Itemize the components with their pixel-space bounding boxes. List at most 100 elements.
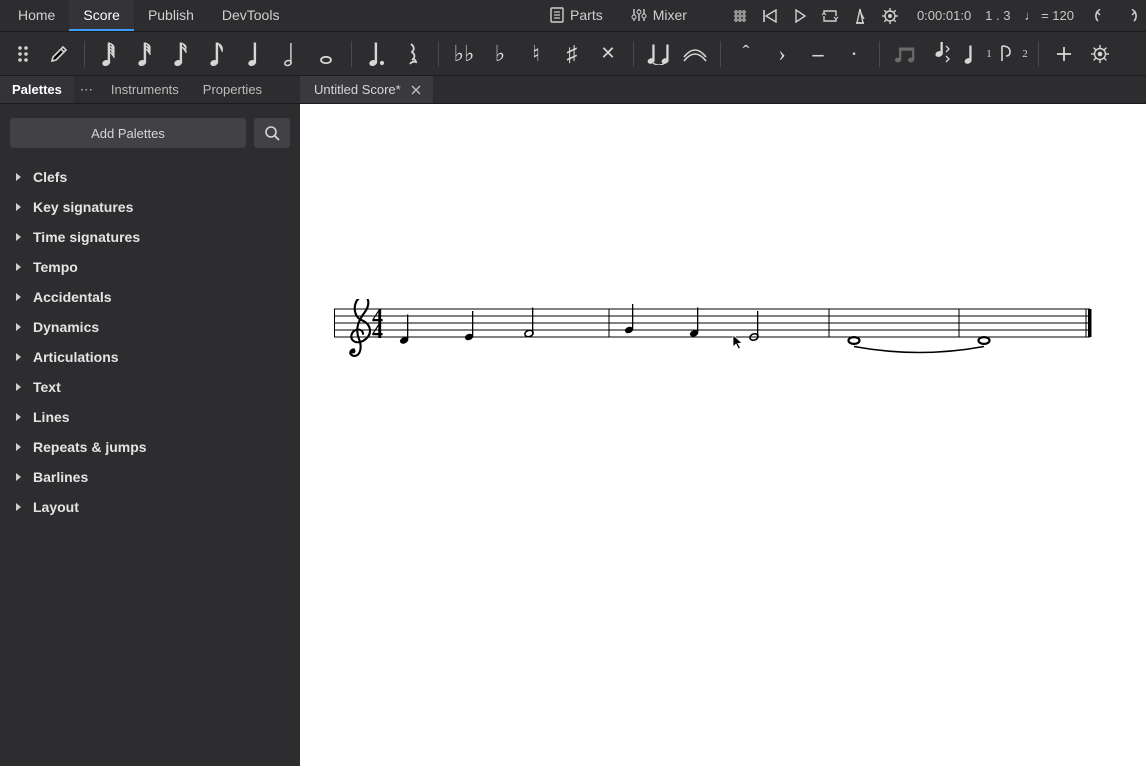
chevron-right-icon: [16, 173, 21, 181]
metronome-button[interactable]: [845, 0, 875, 31]
search-icon: [264, 125, 280, 141]
natural-button[interactable]: ♮: [519, 37, 553, 71]
panel-more-icon[interactable]: ⋯: [74, 76, 99, 103]
chevron-right-icon: [16, 413, 21, 421]
tenuto-button[interactable]: –: [801, 37, 835, 71]
note-quarter[interactable]: [237, 37, 271, 71]
document-tab[interactable]: Untitled Score*: [300, 76, 434, 103]
play-button[interactable]: [785, 0, 815, 31]
undo-button[interactable]: [1086, 0, 1116, 31]
palette-item-label: Dynamics: [33, 319, 99, 335]
voice2-button[interactable]: 2: [996, 37, 1030, 71]
palette-item-tempo[interactable]: Tempo: [10, 252, 290, 282]
palette-item-label: Lines: [33, 409, 70, 425]
palette-item-key-signatures[interactable]: Key signatures: [10, 192, 290, 222]
sidebar: Add Palettes Clefs Key signatures Time sig…: [0, 104, 300, 766]
playback-settings-button[interactable]: [875, 0, 905, 31]
tempo-display[interactable]: ♩ = 120: [1024, 8, 1074, 23]
tabs-row: Palettes ⋯ Instruments Properties Untitl…: [0, 76, 1146, 104]
add-palettes-button[interactable]: Add Palettes: [10, 118, 246, 148]
chevron-right-icon: [16, 503, 21, 511]
chevron-right-icon: [16, 323, 21, 331]
tab-palettes[interactable]: Palettes: [0, 76, 74, 103]
flat-button[interactable]: ♭: [483, 37, 517, 71]
rest-button[interactable]: [396, 37, 430, 71]
palette-item-barlines[interactable]: Barlines: [10, 462, 290, 492]
add-button[interactable]: [1047, 37, 1081, 71]
palette-item-label: Text: [33, 379, 61, 395]
menu-publish[interactable]: Publish: [134, 0, 208, 31]
toolbar-grip-icon[interactable]: [6, 37, 40, 71]
accent-button[interactable]: ›: [765, 37, 799, 71]
chevron-right-icon: [16, 203, 21, 211]
search-button[interactable]: [254, 118, 290, 148]
palette-item-label: Layout: [33, 499, 79, 515]
playback-time: 0:00:01:0: [917, 8, 971, 23]
palette-item-label: Key signatures: [33, 199, 133, 215]
staff[interactable]: 44: [334, 299, 1094, 379]
grip-icon[interactable]: [725, 0, 755, 31]
sharp-button[interactable]: ♯: [555, 37, 589, 71]
double-flat-button[interactable]: ♭♭: [447, 37, 481, 71]
palette-item-repeats-jumps[interactable]: Repeats & jumps: [10, 432, 290, 462]
close-tab-icon[interactable]: [409, 83, 423, 97]
menubar: Home Score Publish DevTools Parts Mixer: [0, 0, 1146, 32]
marcato-button[interactable]: ˆ: [729, 37, 763, 71]
palette-item-text[interactable]: Text: [10, 372, 290, 402]
chevron-right-icon: [16, 443, 21, 451]
playback-beat: 1 . 3: [985, 8, 1010, 23]
loop-button[interactable]: [815, 0, 845, 31]
palette-item-label: Articulations: [33, 349, 119, 365]
note-32nd[interactable]: [129, 37, 163, 71]
palette-item-clefs[interactable]: Clefs: [10, 162, 290, 192]
parts-icon: [550, 7, 564, 23]
menu-score[interactable]: Score: [69, 0, 134, 31]
rewind-button[interactable]: [755, 0, 785, 31]
svg-text:4: 4: [372, 318, 383, 343]
palette-item-label: Tempo: [33, 259, 78, 275]
note-8th[interactable]: [201, 37, 235, 71]
chevron-right-icon: [16, 383, 21, 391]
chevron-right-icon: [16, 233, 21, 241]
palette-item-label: Clefs: [33, 169, 67, 185]
chevron-right-icon: [16, 263, 21, 271]
note-64th[interactable]: [93, 37, 127, 71]
chevron-right-icon: [16, 353, 21, 361]
slur-button[interactable]: [678, 37, 712, 71]
menu-home[interactable]: Home: [4, 0, 69, 31]
mixer-button[interactable]: Mixer: [617, 0, 701, 31]
note-half[interactable]: [273, 37, 307, 71]
palette-item-articulations[interactable]: Articulations: [10, 342, 290, 372]
parts-button[interactable]: Parts: [536, 0, 617, 31]
pencil-icon[interactable]: [42, 37, 76, 71]
chevron-right-icon: [16, 473, 21, 481]
staccato-button[interactable]: ·: [837, 37, 871, 71]
score-canvas[interactable]: 44: [300, 104, 1146, 766]
double-sharp-button[interactable]: ✕: [591, 37, 625, 71]
redo-button[interactable]: [1116, 0, 1146, 31]
chevron-right-icon: [16, 293, 21, 301]
tuplet-button[interactable]: [888, 37, 922, 71]
palette-item-label: Time signatures: [33, 229, 140, 245]
palette-item-layout[interactable]: Layout: [10, 492, 290, 522]
palette-item-label: Repeats & jumps: [33, 439, 147, 455]
cursor-icon: [732, 334, 744, 350]
palette-item-label: Barlines: [33, 469, 88, 485]
note-16th[interactable]: [165, 37, 199, 71]
palette-item-lines[interactable]: Lines: [10, 402, 290, 432]
menu-devtools[interactable]: DevTools: [208, 0, 294, 31]
tab-properties[interactable]: Properties: [191, 76, 274, 103]
voice1-button[interactable]: 1: [960, 37, 994, 71]
document-tab-title: Untitled Score*: [314, 82, 401, 97]
palette-item-label: Accidentals: [33, 289, 112, 305]
tie-button[interactable]: [642, 37, 676, 71]
dot-button[interactable]: [360, 37, 394, 71]
tab-instruments[interactable]: Instruments: [99, 76, 191, 103]
toolbar-settings-button[interactable]: [1083, 37, 1117, 71]
palette-item-time-signatures[interactable]: Time signatures: [10, 222, 290, 252]
palette-item-dynamics[interactable]: Dynamics: [10, 312, 290, 342]
note-whole[interactable]: [309, 37, 343, 71]
palette-item-accidentals[interactable]: Accidentals: [10, 282, 290, 312]
flip-button[interactable]: [924, 37, 958, 71]
note-toolbar: ♭♭ ♭ ♮ ♯ ✕ ˆ › – · 1 2: [0, 32, 1146, 76]
